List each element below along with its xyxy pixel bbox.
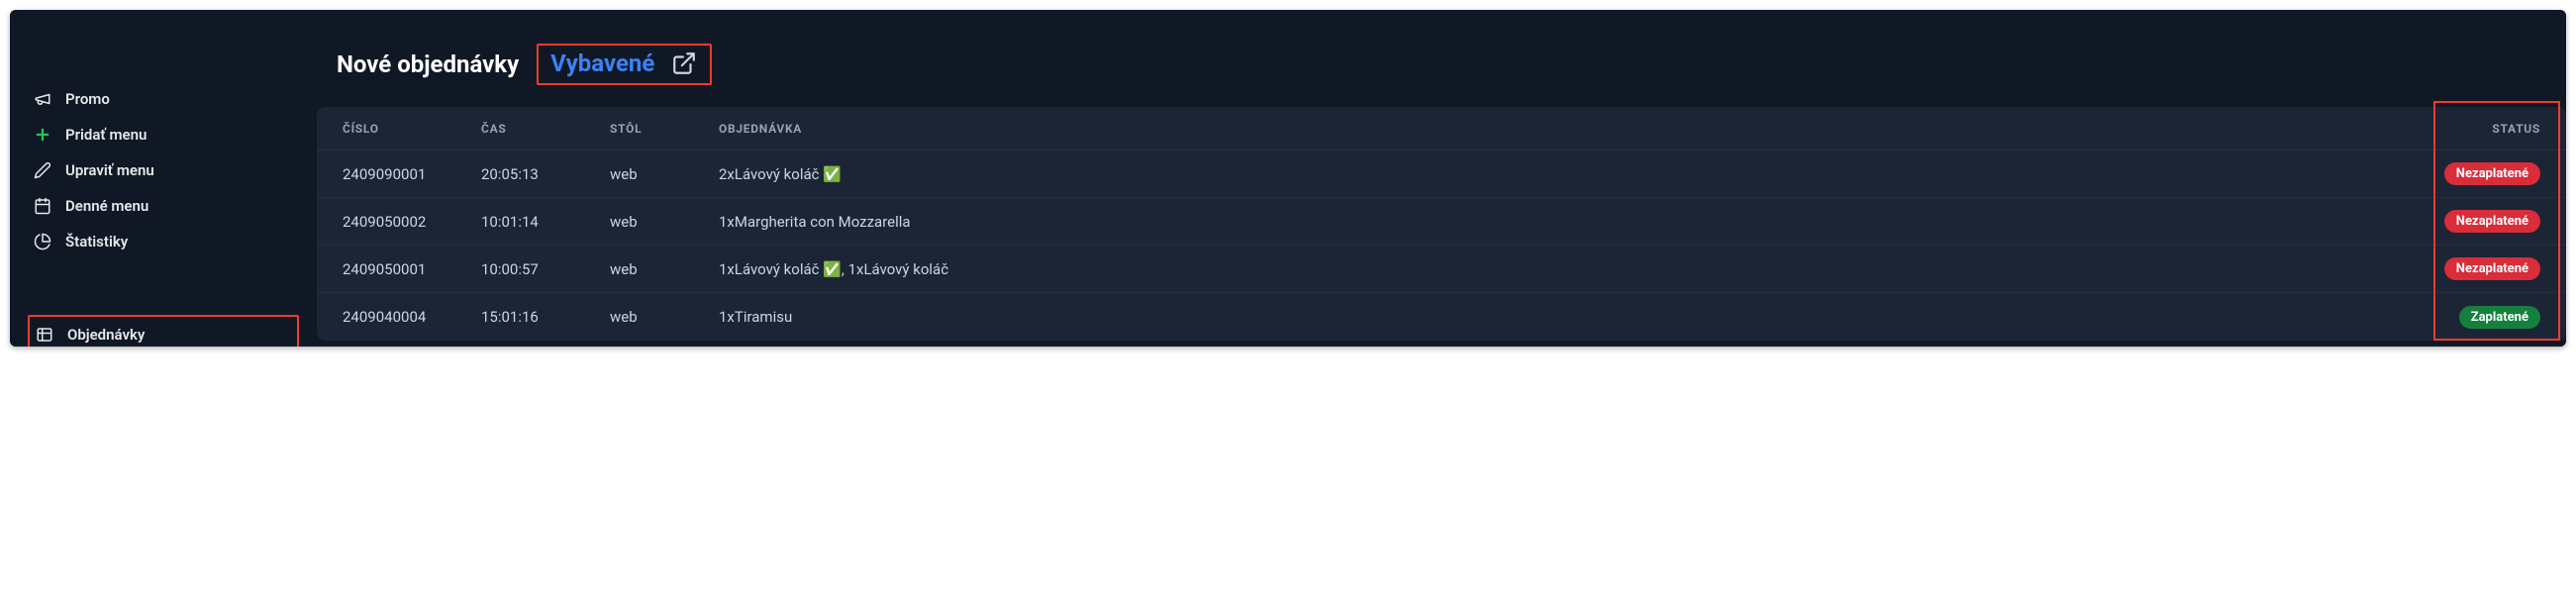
cell-order: 1xMargherita con Mozzarella xyxy=(719,213,2382,231)
sidebar-item-label: Promo xyxy=(65,90,110,108)
sidebar-item-add-menu[interactable]: Pridať menu xyxy=(28,117,299,152)
cell-order: 1xTiramisu xyxy=(719,308,2382,326)
cell-table: web xyxy=(610,165,719,183)
pencil-icon xyxy=(34,161,51,179)
cell-status: Nezaplatené xyxy=(2382,257,2540,280)
table-row[interactable]: 2409050002 10:01:14 web 1xMargherita con… xyxy=(317,198,2566,246)
sidebar-item-label: Denné menu xyxy=(65,197,149,215)
tab-done-highlight: Vybavené xyxy=(537,44,712,85)
calendar-icon xyxy=(34,197,51,215)
plus-icon xyxy=(34,126,51,144)
sidebar-spacer xyxy=(28,259,299,315)
status-badge: Nezaplatené xyxy=(2444,162,2540,185)
sidebar-item-daily-menu[interactable]: Denné menu xyxy=(28,188,299,224)
cell-time: 10:00:57 xyxy=(481,260,610,278)
cell-order: 2xLávový koláč ✅ xyxy=(719,165,2382,183)
sidebar-item-edit-menu[interactable]: Upraviť menu xyxy=(28,152,299,188)
status-badge: Nezaplatené xyxy=(2444,210,2540,233)
orders-icon xyxy=(36,326,53,344)
tabs: Nové objednávky Vybavené xyxy=(317,44,2566,107)
th-table: STÔL xyxy=(610,122,719,136)
chart-icon xyxy=(34,233,51,250)
external-link-icon[interactable] xyxy=(670,50,698,77)
sidebar-item-orders[interactable]: Objednávky xyxy=(28,315,299,347)
sidebar-list: Promo Pridať menu Upraviť menu Denné men… xyxy=(10,81,317,347)
cell-number: 2409050002 xyxy=(343,213,481,231)
cell-table: web xyxy=(610,213,719,231)
table-row[interactable]: 2409090001 20:05:13 web 2xLávový koláč ✅… xyxy=(317,150,2566,198)
tab-done-orders[interactable]: Vybavené xyxy=(550,50,654,77)
status-badge: Zaplatené xyxy=(2459,306,2540,329)
sidebar-item-label: Objednávky xyxy=(67,326,145,344)
status-badge: Nezaplatené xyxy=(2444,257,2540,280)
cell-number: 2409050001 xyxy=(343,260,481,278)
cell-order: 1xLávový koláč ✅, 1xLávový koláč xyxy=(719,260,2382,278)
cell-time: 20:05:13 xyxy=(481,165,610,183)
th-time: ČAS xyxy=(481,122,610,136)
cell-number: 2409040004 xyxy=(343,308,481,326)
cell-table: web xyxy=(610,308,719,326)
sidebar-item-label: Upraviť menu xyxy=(65,161,154,179)
megaphone-icon xyxy=(34,90,51,108)
table-row[interactable]: 2409050001 10:00:57 web 1xLávový koláč ✅… xyxy=(317,246,2566,293)
main-content: Nové objednávky Vybavené ČÍSLO ČAS STÔL … xyxy=(317,10,2566,347)
cell-status: Zaplatené xyxy=(2382,306,2540,329)
sidebar: Promo Pridať menu Upraviť menu Denné men… xyxy=(10,10,317,347)
tab-new-orders[interactable]: Nové objednávky xyxy=(337,50,519,78)
table-header: ČÍSLO ČAS STÔL OBJEDNÁVKA STATUS xyxy=(317,107,2566,150)
th-status: STATUS xyxy=(2382,122,2540,136)
cell-time: 15:01:16 xyxy=(481,308,610,326)
cell-status: Nezaplatené xyxy=(2382,210,2540,233)
app-frame: Promo Pridať menu Upraviť menu Denné men… xyxy=(10,10,2566,347)
cell-status: Nezaplatené xyxy=(2382,162,2540,185)
cell-table: web xyxy=(610,260,719,278)
sidebar-item-promo[interactable]: Promo xyxy=(28,81,299,117)
sidebar-item-label: Štatistiky xyxy=(65,233,128,250)
th-number: ČÍSLO xyxy=(343,122,481,136)
table-row[interactable]: 2409040004 15:01:16 web 1xTiramisu Zapla… xyxy=(317,293,2566,341)
sidebar-item-label: Pridať menu xyxy=(65,126,147,144)
cell-time: 10:01:14 xyxy=(481,213,610,231)
sidebar-item-stats[interactable]: Štatistiky xyxy=(28,224,299,259)
th-order: OBJEDNÁVKA xyxy=(719,122,2382,136)
orders-table: ČÍSLO ČAS STÔL OBJEDNÁVKA STATUS 2409090… xyxy=(317,107,2566,341)
cell-number: 2409090001 xyxy=(343,165,481,183)
